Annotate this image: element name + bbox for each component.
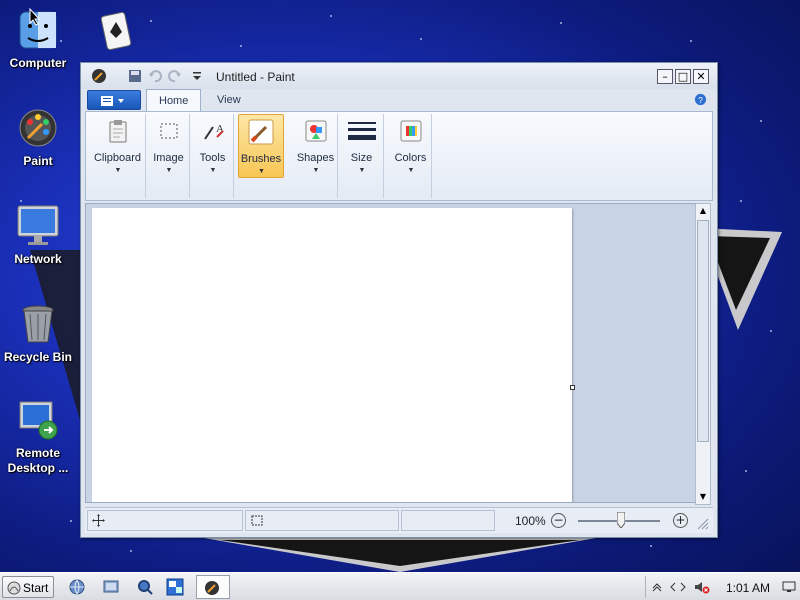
start-label: Start xyxy=(23,581,49,595)
brush-icon xyxy=(248,119,274,145)
taskbar-button-paint[interactable] xyxy=(196,575,230,599)
desktop-icon-solitaire[interactable] xyxy=(76,8,152,56)
ribbon: Clipboard ▼ Image ▼ A Tools ▼ Brushes ▼ xyxy=(85,111,713,201)
undo-icon[interactable] xyxy=(147,68,163,84)
customize-qat-icon[interactable] xyxy=(189,68,205,84)
group-image[interactable]: Image ▼ xyxy=(148,114,190,198)
monitor-icon xyxy=(17,205,59,245)
tools-icon: A xyxy=(203,123,224,140)
desktop-icon-remote-desktop[interactable]: Remote Desktop ... xyxy=(0,398,76,476)
group-label: Image xyxy=(153,152,184,164)
zoom-out-button[interactable]: − xyxy=(551,513,566,528)
group-label: Tools xyxy=(199,152,226,164)
line-size-icon xyxy=(347,122,376,140)
ribbon-tabs: Home View ? xyxy=(81,89,717,111)
group-shapes[interactable]: Shapes ▼ xyxy=(294,114,338,198)
selection-size-icon xyxy=(251,515,263,526)
group-label: Brushes xyxy=(240,153,282,165)
image-size-box xyxy=(401,510,495,531)
paint-window: Untitled - Paint – □ ✕ Home View ? Clipb… xyxy=(80,62,718,538)
paint-app-icon[interactable] xyxy=(91,68,107,84)
maximize-button[interactable]: □ xyxy=(675,69,691,84)
minimize-button[interactable]: – xyxy=(657,69,673,84)
resize-grip-icon[interactable] xyxy=(697,518,709,530)
clock: 1:01 AM xyxy=(726,581,771,595)
select-rectangle-icon xyxy=(160,123,177,139)
volume-muted-icon[interactable] xyxy=(694,580,710,594)
redo-icon[interactable] xyxy=(167,68,183,84)
mouse-cursor-icon xyxy=(29,8,41,26)
chevron-down-icon: ▼ xyxy=(312,167,320,174)
application-menu-button[interactable] xyxy=(87,90,141,110)
remote-desktop-icon xyxy=(19,401,58,440)
desktop-icon-recycle-bin[interactable]: Recycle Bin xyxy=(0,302,76,365)
chevron-down-icon: ▼ xyxy=(114,167,122,174)
desktop-icon-label: Recycle Bin xyxy=(3,350,73,364)
color-palette-icon xyxy=(400,120,421,142)
save-icon[interactable] xyxy=(127,68,143,84)
window-title: Untitled - Paint xyxy=(216,70,295,84)
taskbar: Start 1:01 AM xyxy=(0,572,800,600)
move-cursor-icon xyxy=(92,514,105,527)
start-button[interactable]: Start xyxy=(2,576,54,598)
tray-expand-icon[interactable] xyxy=(652,582,662,592)
clipboard-icon xyxy=(109,120,126,143)
selection-size-box xyxy=(245,510,399,531)
chevron-down-icon: ▼ xyxy=(358,167,366,174)
group-label: Clipboard xyxy=(93,152,142,164)
paint-app-icon xyxy=(205,581,219,595)
close-button[interactable]: ✕ xyxy=(693,69,709,84)
group-size[interactable]: Size ▼ xyxy=(340,114,384,198)
shapes-icon xyxy=(305,120,326,142)
chevron-down-icon: ▼ xyxy=(407,167,415,174)
group-label: Shapes xyxy=(296,152,335,164)
chevron-down-icon: ▼ xyxy=(209,167,217,174)
cursor-position-box xyxy=(87,510,243,531)
network-arrows-icon[interactable] xyxy=(670,582,686,592)
desktop-icon-paint[interactable]: Paint xyxy=(0,106,76,169)
scroll-down-arrow-icon[interactable]: ▼ xyxy=(696,490,710,504)
chevron-down-icon: ▼ xyxy=(165,167,173,174)
chevron-down-icon: ▼ xyxy=(258,168,265,175)
scroll-up-arrow-icon[interactable]: ▲ xyxy=(696,204,710,218)
search-icon[interactable] xyxy=(136,578,154,596)
desktop-icon-label: Paint xyxy=(23,154,53,168)
start-logo-icon xyxy=(7,581,21,595)
desktop-icon-label: Computer xyxy=(9,56,67,70)
file-manager-icon[interactable] xyxy=(102,578,120,596)
group-clipboard[interactable]: Clipboard ▼ xyxy=(90,114,146,198)
status-bar: 100% − + xyxy=(85,507,713,533)
system-tray: 1:01 AM xyxy=(645,576,798,598)
zoom-in-button[interactable]: + xyxy=(673,513,688,528)
group-colors[interactable]: Colors ▼ xyxy=(390,114,432,198)
browser-icon[interactable] xyxy=(68,578,86,596)
zoom-level: 100% xyxy=(515,514,546,528)
menu-icon xyxy=(101,96,124,106)
canvas-resize-handle[interactable] xyxy=(570,385,575,390)
vertical-scrollbar[interactable]: ▲ ▼ xyxy=(695,203,711,505)
canvas-scroll-area xyxy=(85,203,697,503)
desktop-icon-label: Remote Desktop ... xyxy=(7,446,69,475)
desktop-icon-network[interactable]: Network xyxy=(0,204,76,267)
group-brushes[interactable]: Brushes ▼ xyxy=(238,114,284,178)
show-desktop-icon[interactable] xyxy=(166,578,184,596)
tab-view[interactable]: View xyxy=(205,89,253,111)
zoom-slider-thumb[interactable] xyxy=(617,512,625,528)
recycle-bin-icon xyxy=(22,305,54,343)
desktop-icon-label: Network xyxy=(14,252,62,266)
scrollbar-thumb[interactable] xyxy=(697,220,709,442)
tab-home[interactable]: Home xyxy=(146,89,202,111)
title-bar[interactable]: Untitled - Paint – □ ✕ xyxy=(81,63,717,89)
group-tools[interactable]: A Tools ▼ xyxy=(192,114,234,198)
group-label: Size xyxy=(350,152,373,164)
svg-text:?: ? xyxy=(698,95,703,105)
group-label: Colors xyxy=(394,152,427,164)
drawing-canvas[interactable] xyxy=(92,208,572,502)
playing-card-icon xyxy=(100,11,132,51)
show-desktop-button-icon[interactable] xyxy=(782,581,796,593)
help-icon[interactable]: ? xyxy=(694,93,707,106)
paint-palette-icon xyxy=(19,109,57,147)
